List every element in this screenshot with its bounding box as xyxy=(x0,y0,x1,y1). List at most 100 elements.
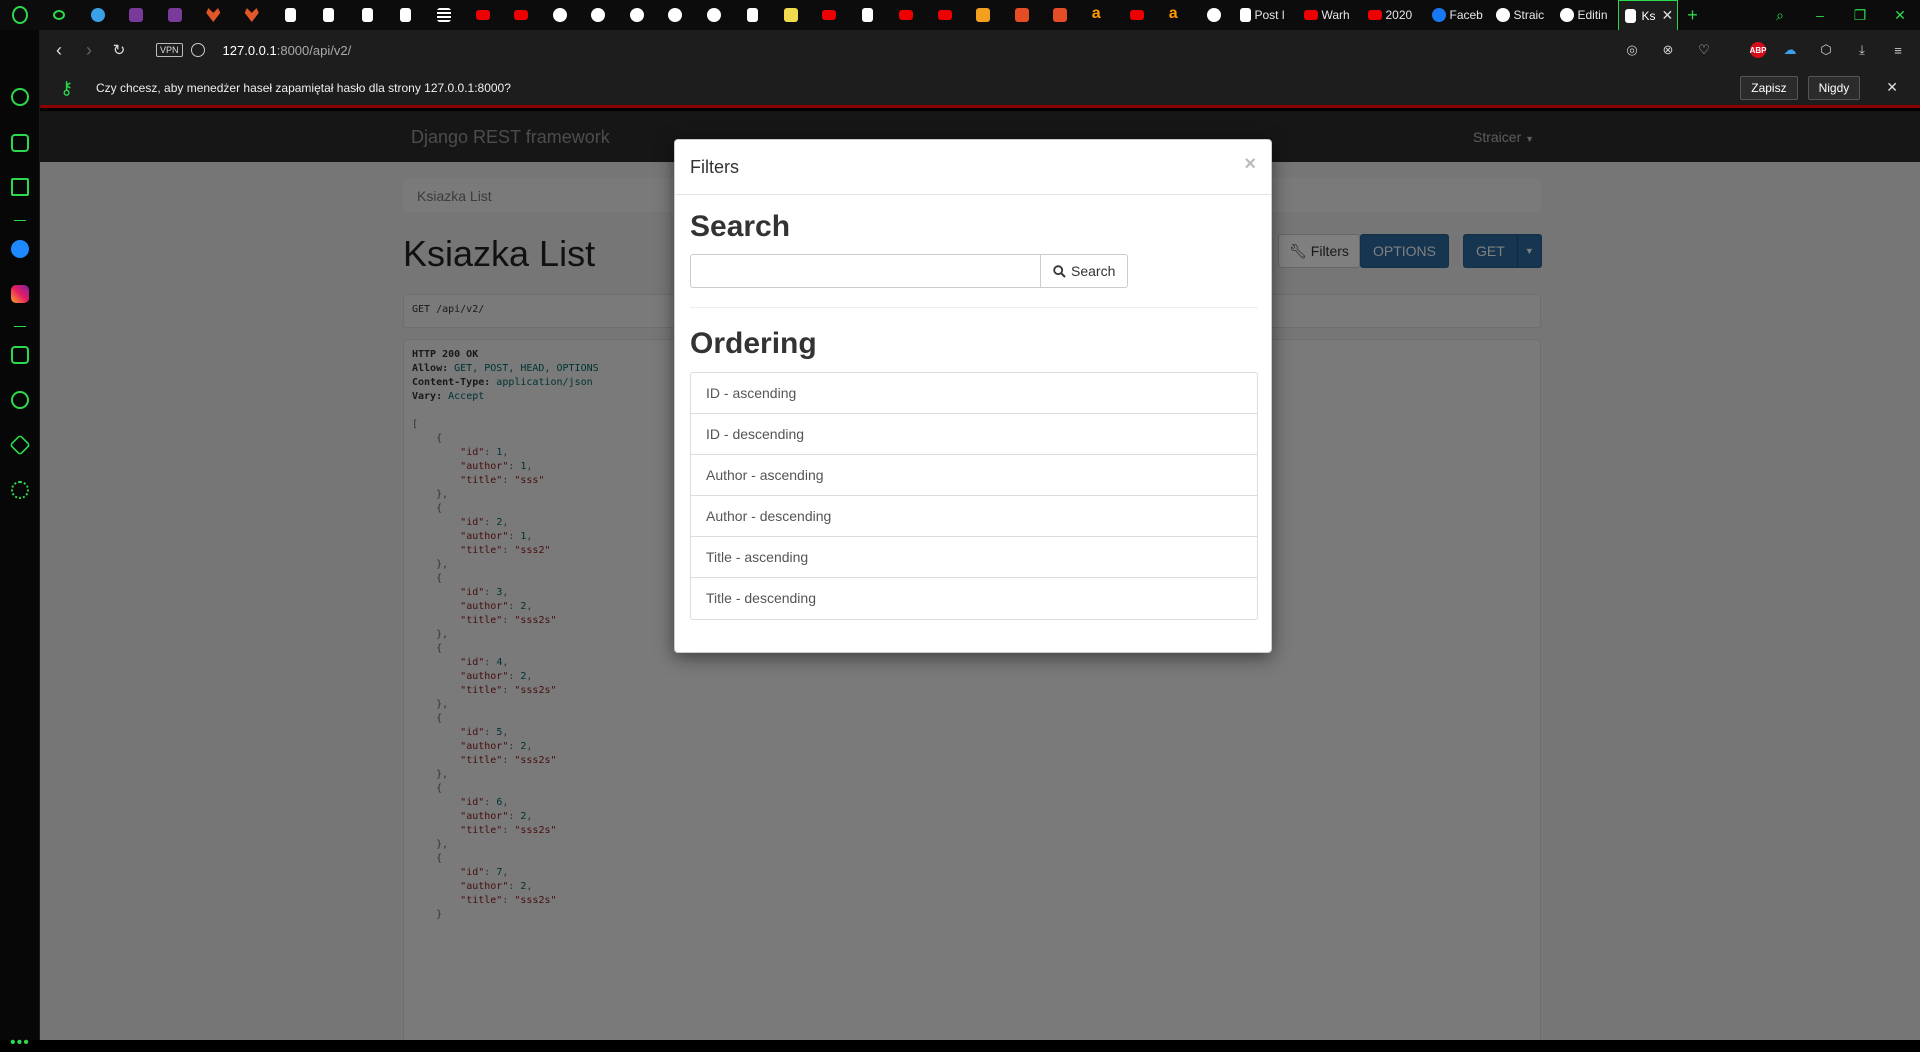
reload-icon[interactable]: ↻ xyxy=(104,41,134,59)
url-path: :8000/api/v2/ xyxy=(276,42,352,58)
workspaces-icon[interactable] xyxy=(11,346,29,364)
tab[interactable] xyxy=(579,0,618,30)
tab-facebook[interactable]: Faceb xyxy=(1426,0,1490,30)
tab[interactable] xyxy=(464,0,503,30)
tab[interactable] xyxy=(964,0,1003,30)
tab[interactable] xyxy=(79,0,118,30)
ordering-option[interactable]: Author - ascending xyxy=(691,455,1257,496)
instagram-icon[interactable] xyxy=(11,285,29,303)
search-tabs-icon[interactable]: ⌕ xyxy=(1760,7,1800,24)
tab[interactable] xyxy=(926,0,965,30)
tab[interactable] xyxy=(40,0,79,30)
twitch-icon[interactable] xyxy=(11,178,29,196)
cloud-icon[interactable]: ☁ xyxy=(1778,40,1802,60)
youtube-icon xyxy=(1303,10,1318,20)
amazon-icon: a xyxy=(1091,5,1101,22)
camera-icon[interactable]: ◎ xyxy=(1620,40,1644,60)
block-icon[interactable]: ⊗ xyxy=(1656,40,1680,60)
opera-logo-icon[interactable] xyxy=(0,0,40,30)
password-prompt: Czy chcesz, aby menedżer haseł zapamięta… xyxy=(96,80,511,95)
tab[interactable] xyxy=(1195,0,1234,30)
url-field[interactable]: 127.0.0.1:8000/api/v2/ xyxy=(223,43,352,58)
never-save-button[interactable]: Nigdy xyxy=(1807,75,1861,100)
tab[interactable] xyxy=(849,0,888,30)
messenger-icon[interactable] xyxy=(11,240,29,258)
tab[interactable] xyxy=(117,0,156,30)
tab[interactable] xyxy=(810,0,849,30)
tab[interactable] xyxy=(656,0,695,30)
tab-label: Warh xyxy=(1321,8,1350,22)
vpn-badge[interactable]: VPN xyxy=(156,43,183,57)
tab[interactable] xyxy=(348,0,387,30)
search-button-label: Search xyxy=(1071,263,1116,279)
github-icon xyxy=(1495,8,1510,22)
sidebar-more-icon[interactable]: ••• xyxy=(10,1034,30,1052)
tab[interactable] xyxy=(618,0,657,30)
tab[interactable] xyxy=(1041,0,1080,30)
github-icon xyxy=(629,8,644,22)
tab[interactable] xyxy=(1003,0,1042,30)
ordering-option[interactable]: Author - descending xyxy=(691,496,1257,537)
tab[interactable] xyxy=(310,0,349,30)
back-icon[interactable]: ‹ xyxy=(44,40,74,61)
adblock-icon[interactable]: ABP xyxy=(1750,42,1766,58)
tab[interactable] xyxy=(156,0,195,30)
tab[interactable] xyxy=(541,0,580,30)
menu-icon[interactable]: ≡ xyxy=(1886,40,1910,60)
key-icon: ⚷ xyxy=(60,77,74,98)
tab[interactable]: a xyxy=(1080,0,1119,30)
gitlab-icon xyxy=(206,8,221,22)
settings-icon[interactable] xyxy=(11,481,29,499)
save-password-button[interactable]: Zapisz xyxy=(1740,75,1798,100)
youtube-icon xyxy=(514,10,529,20)
forward-icon[interactable]: › xyxy=(74,40,104,61)
stack-icon xyxy=(437,8,452,22)
ordering-heading: Ordering xyxy=(690,327,817,360)
new-tab-button[interactable]: + xyxy=(1678,5,1708,26)
tab-2020[interactable]: 2020 xyxy=(1362,0,1426,30)
search-icon xyxy=(1053,264,1066,278)
tab-post[interactable]: Post l xyxy=(1234,0,1298,30)
restore-icon[interactable]: ❐ xyxy=(1840,7,1880,24)
tab-close-icon[interactable]: ✕ xyxy=(1662,7,1674,24)
ordering-option[interactable]: ID - ascending xyxy=(691,373,1257,414)
history-icon[interactable] xyxy=(11,391,29,409)
sidebar-separator xyxy=(14,220,26,221)
ordering-option[interactable]: Title - descending xyxy=(691,578,1257,619)
tab-straic[interactable]: Straic xyxy=(1490,0,1554,30)
tab[interactable]: a xyxy=(1157,0,1196,30)
tab[interactable] xyxy=(425,0,464,30)
ordering-option[interactable]: Title - ascending xyxy=(691,537,1257,578)
tab-warh[interactable]: Warh xyxy=(1298,0,1362,30)
shop-icon[interactable] xyxy=(11,134,29,152)
ordering-option[interactable]: ID - descending xyxy=(691,414,1257,455)
tab[interactable] xyxy=(233,0,272,30)
close-icon[interactable]: ✕ xyxy=(1886,79,1898,96)
tab[interactable] xyxy=(387,0,426,30)
heart-icon[interactable]: ♡ xyxy=(1692,40,1716,60)
extensions-icon[interactable] xyxy=(9,434,31,456)
tab-editin[interactable]: Editin xyxy=(1554,0,1618,30)
close-window-icon[interactable]: ✕ xyxy=(1880,7,1920,24)
minimize-icon[interactable]: – xyxy=(1800,7,1840,23)
tab[interactable] xyxy=(772,0,811,30)
search-button[interactable]: Search xyxy=(1040,254,1129,288)
tab[interactable] xyxy=(1118,0,1157,30)
address-actions: ◎ ⊗ ♡ ABP ☁ ⬡ ⤓ ≡ xyxy=(1620,40,1920,60)
tab[interactable] xyxy=(887,0,926,30)
tab[interactable] xyxy=(502,0,541,30)
tab-active[interactable]: Ks ✕ xyxy=(1617,0,1678,30)
download-icon[interactable]: ⤓ xyxy=(1850,40,1874,60)
cube-icon[interactable]: ⬡ xyxy=(1814,40,1838,60)
tab[interactable] xyxy=(733,0,772,30)
tab[interactable] xyxy=(194,0,233,30)
gamepad-icon xyxy=(53,10,66,20)
modal-close-button[interactable]: × xyxy=(1244,153,1256,176)
speed-dial-icon[interactable] xyxy=(11,88,29,106)
browser-sidebar: ••• xyxy=(0,30,40,1051)
github-icon xyxy=(1207,8,1222,22)
search-input[interactable] xyxy=(690,254,1040,288)
tab[interactable] xyxy=(695,0,734,30)
tab[interactable] xyxy=(271,0,310,30)
